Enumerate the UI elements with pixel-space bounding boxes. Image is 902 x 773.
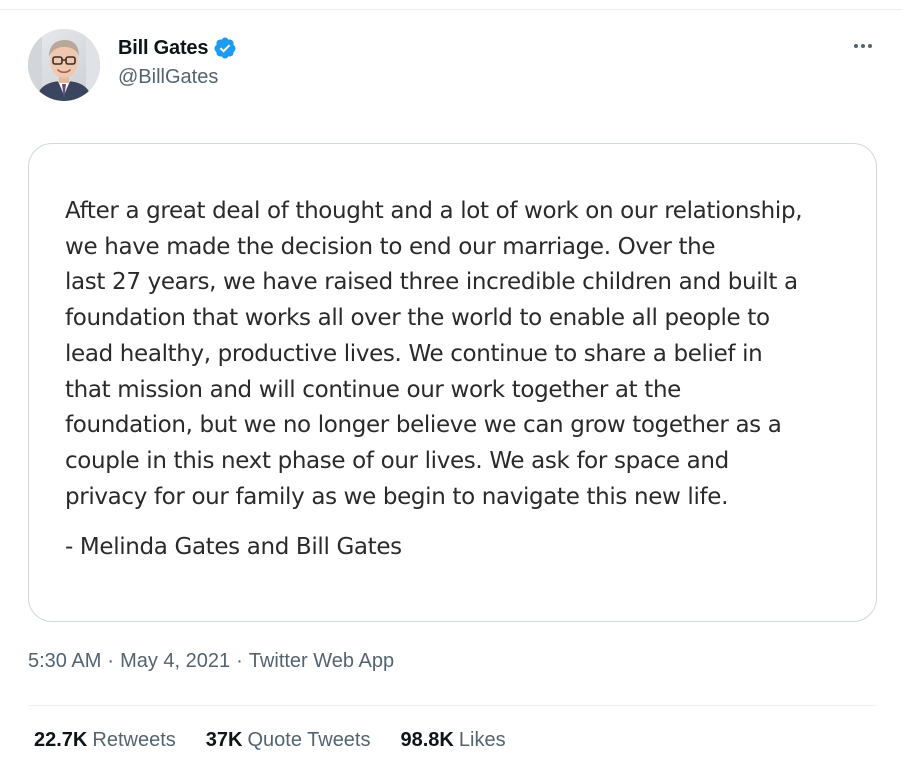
quote-tweets-stat[interactable]: 37K Quote Tweets (206, 729, 371, 752)
user-handle[interactable]: @BillGates (118, 66, 218, 89)
statement-line: lead healthy, productive lives. We conti… (65, 340, 763, 367)
verified-badge-icon (213, 36, 237, 60)
quote-tweets-label: Quote Tweets (247, 729, 371, 751)
top-divider (0, 0, 902, 10)
likes-label: Likes (458, 729, 506, 751)
statement-line: foundation that works all over the world… (65, 305, 770, 332)
statement-line: couple in this next phase of our lives. … (65, 447, 729, 474)
retweets-label: Retweets (92, 729, 176, 751)
statement-line: last 27 years, we have raised three incr… (65, 269, 798, 296)
statement-text: After a great deal of thought and a lot … (65, 194, 855, 515)
likes-count: 98.8K (400, 729, 454, 751)
likes-stat[interactable]: 98.8K Likes (401, 729, 506, 752)
statement-line: privacy for our family as we begin to na… (65, 483, 729, 510)
statement-line: that mission and will continue our work … (65, 376, 681, 403)
stats-divider (28, 705, 877, 706)
display-name[interactable]: Bill Gates (118, 37, 208, 60)
tweet-time[interactable]: 5:30 AM (28, 650, 101, 673)
statement-signature: - Melinda Gates and Bill Gates (65, 534, 402, 560)
tweet-stats: 22.7K Retweets 37K Quote Tweets 98.8K Li… (34, 729, 536, 752)
more-horizontal-icon[interactable] (846, 34, 880, 58)
meta-separator: · (236, 650, 243, 672)
statement-line: After a great deal of thought and a lot … (65, 198, 803, 224)
retweets-stat[interactable]: 22.7K Retweets (34, 729, 176, 752)
tweet-date[interactable]: May 4, 2021 (120, 650, 230, 673)
tweet-detail: Bill Gates @BillGates After a great deal… (0, 0, 902, 773)
statement-line: foundation, but we no longer believe we … (65, 412, 782, 439)
retweets-count: 22.7K (34, 729, 88, 751)
tweet-source[interactable]: Twitter Web App (249, 650, 394, 673)
statement-line: we have made the decision to end our mar… (65, 233, 716, 260)
author-name-row[interactable]: Bill Gates (118, 35, 237, 61)
avatar-photo (28, 29, 100, 101)
quote-tweets-count: 37K (205, 729, 243, 751)
statement-image-card[interactable]: After a great deal of thought and a lot … (28, 143, 877, 622)
tweet-metadata: 5:30 AM · May 4, 2021 · Twitter Web App (28, 650, 394, 673)
avatar[interactable] (28, 29, 100, 101)
meta-separator: · (107, 650, 115, 672)
